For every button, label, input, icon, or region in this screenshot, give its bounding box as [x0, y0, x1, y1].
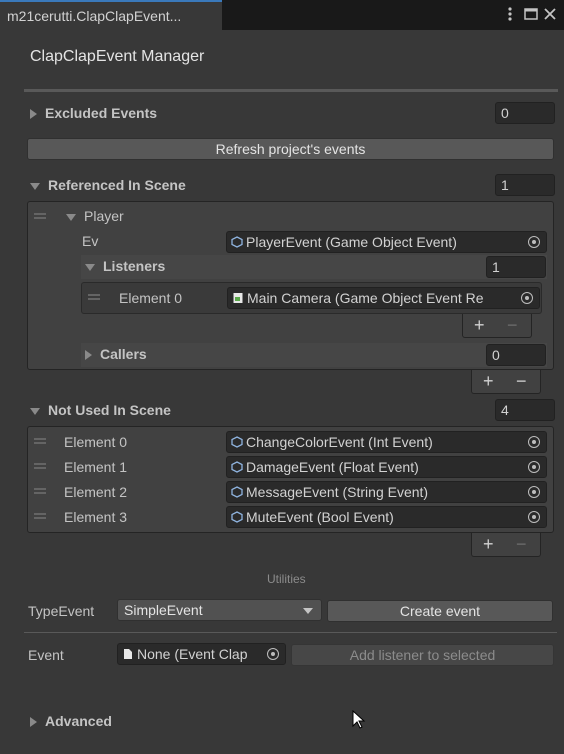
- player-label: Player: [84, 208, 124, 224]
- listener-element-label: Element 0: [119, 290, 183, 306]
- collapsed-arrow-icon: [30, 109, 37, 120]
- expanded-arrow-icon: [30, 182, 40, 190]
- add-not-used-button[interactable]: +: [483, 534, 494, 554]
- type-event-dropdown[interactable]: SimpleEvent: [117, 599, 322, 621]
- event-asset-icon: [231, 435, 243, 448]
- collapsed-arrow-icon: [30, 717, 37, 728]
- list-item-label: Element 2: [64, 484, 128, 500]
- callers-foldout[interactable]: Callers: [85, 346, 147, 362]
- object-picker-icon[interactable]: [522, 457, 546, 477]
- player-foldout[interactable]: Player: [66, 208, 124, 224]
- page-title: ClapClapEvent Manager: [30, 48, 205, 65]
- listeners-footer: + −: [462, 314, 532, 338]
- drag-handle-icon[interactable]: [34, 438, 46, 444]
- event-asset-icon: [231, 485, 243, 498]
- maximize-icon[interactable]: [523, 6, 539, 22]
- drag-handle-icon[interactable]: [34, 463, 46, 469]
- referenced-footer: + −: [471, 370, 541, 394]
- referenced-in-scene-label: Referenced In Scene: [48, 177, 186, 193]
- header-divider: [24, 89, 558, 92]
- drag-handle-icon[interactable]: [34, 513, 46, 519]
- advanced-foldout[interactable]: Advanced: [30, 713, 112, 729]
- object-picker-icon[interactable]: [522, 507, 546, 527]
- collapsed-arrow-icon: [85, 350, 92, 361]
- callers-header: [81, 343, 547, 367]
- object-picker-icon[interactable]: [522, 432, 546, 452]
- referenced-in-scene-foldout[interactable]: Referenced In Scene: [30, 177, 186, 193]
- mouse-cursor-icon: [352, 709, 366, 730]
- add-listener-item-button[interactable]: +: [474, 315, 485, 335]
- object-picker-icon[interactable]: [522, 232, 546, 252]
- drag-handle-icon[interactable]: [88, 294, 100, 300]
- object-picker-icon[interactable]: [522, 482, 546, 502]
- chevron-down-icon: [303, 608, 313, 614]
- window-tab-bar: m21cerutti.ClapClapEvent...: [0, 0, 564, 30]
- expanded-arrow-icon: [85, 263, 95, 271]
- list-item-field[interactable]: MuteEvent (Bool Event): [226, 506, 547, 528]
- referenced-count-field[interactable]: 1: [495, 174, 555, 196]
- close-icon[interactable]: [542, 6, 558, 22]
- expanded-arrow-icon: [30, 407, 40, 415]
- type-event-label: TypeEvent: [28, 603, 95, 619]
- drag-handle-icon[interactable]: [34, 488, 46, 494]
- event-asset-icon: [231, 510, 243, 523]
- not-used-footer: + −: [471, 533, 541, 557]
- player-event-field[interactable]: PlayerEvent (Game Object Event): [226, 231, 547, 253]
- listener-element-field[interactable]: Main Camera (Game Object Event Re: [227, 287, 540, 309]
- not-used-count-field[interactable]: 4: [495, 399, 555, 421]
- game-object-event-icon: [231, 235, 243, 248]
- list-item-label: Element 0: [64, 434, 128, 450]
- list-item-label: Element 3: [64, 509, 128, 525]
- advanced-label: Advanced: [45, 713, 112, 729]
- excluded-events-foldout[interactable]: Excluded Events: [30, 105, 157, 121]
- listeners-count-field[interactable]: 1: [486, 256, 546, 278]
- add-listener-to-selected-button[interactable]: Add listener to selected: [291, 644, 554, 666]
- window-tab-title: m21cerutti.ClapClapEvent...: [7, 8, 182, 24]
- create-event-button[interactable]: Create event: [327, 600, 553, 622]
- event-label: Event: [28, 647, 64, 663]
- window-tab[interactable]: m21cerutti.ClapClapEvent...: [0, 0, 222, 30]
- expanded-arrow-icon: [66, 213, 76, 221]
- remove-referenced-button[interactable]: −: [516, 371, 527, 391]
- listeners-foldout[interactable]: Listeners: [85, 258, 165, 274]
- event-object-field[interactable]: None (Event Clap: [117, 643, 286, 665]
- ev-label: Ev: [82, 233, 99, 249]
- list-item-field[interactable]: DamageEvent (Float Event): [226, 456, 547, 478]
- kebab-menu-icon[interactable]: [502, 6, 518, 22]
- event-asset-icon: [231, 460, 243, 473]
- listeners-label: Listeners: [103, 258, 166, 274]
- list-item-field[interactable]: ChangeColorEvent (Int Event): [226, 431, 547, 453]
- add-referenced-button[interactable]: +: [483, 371, 494, 391]
- object-picker-icon[interactable]: [261, 644, 285, 664]
- not-used-in-scene-foldout[interactable]: Not Used In Scene: [30, 402, 171, 418]
- list-item-label: Element 1: [64, 459, 128, 475]
- not-used-in-scene-label: Not Used In Scene: [48, 402, 171, 418]
- drag-handle-icon[interactable]: [34, 213, 46, 219]
- file-icon: [122, 647, 134, 659]
- utilities-heading: Utilities: [267, 572, 306, 586]
- refresh-events-button[interactable]: Refresh project's events: [27, 138, 554, 160]
- callers-count-field[interactable]: 0: [486, 344, 546, 366]
- excluded-events-count-field[interactable]: 0: [495, 102, 555, 124]
- remove-not-used-button[interactable]: −: [516, 534, 527, 554]
- gameobject-icon: [232, 291, 244, 303]
- list-item-field[interactable]: MessageEvent (String Event): [226, 481, 547, 503]
- object-picker-icon[interactable]: [515, 288, 539, 308]
- callers-label: Callers: [100, 346, 147, 362]
- excluded-events-label: Excluded Events: [45, 105, 158, 121]
- utilities-divider: [24, 632, 557, 633]
- remove-listener-item-button[interactable]: −: [507, 315, 518, 335]
